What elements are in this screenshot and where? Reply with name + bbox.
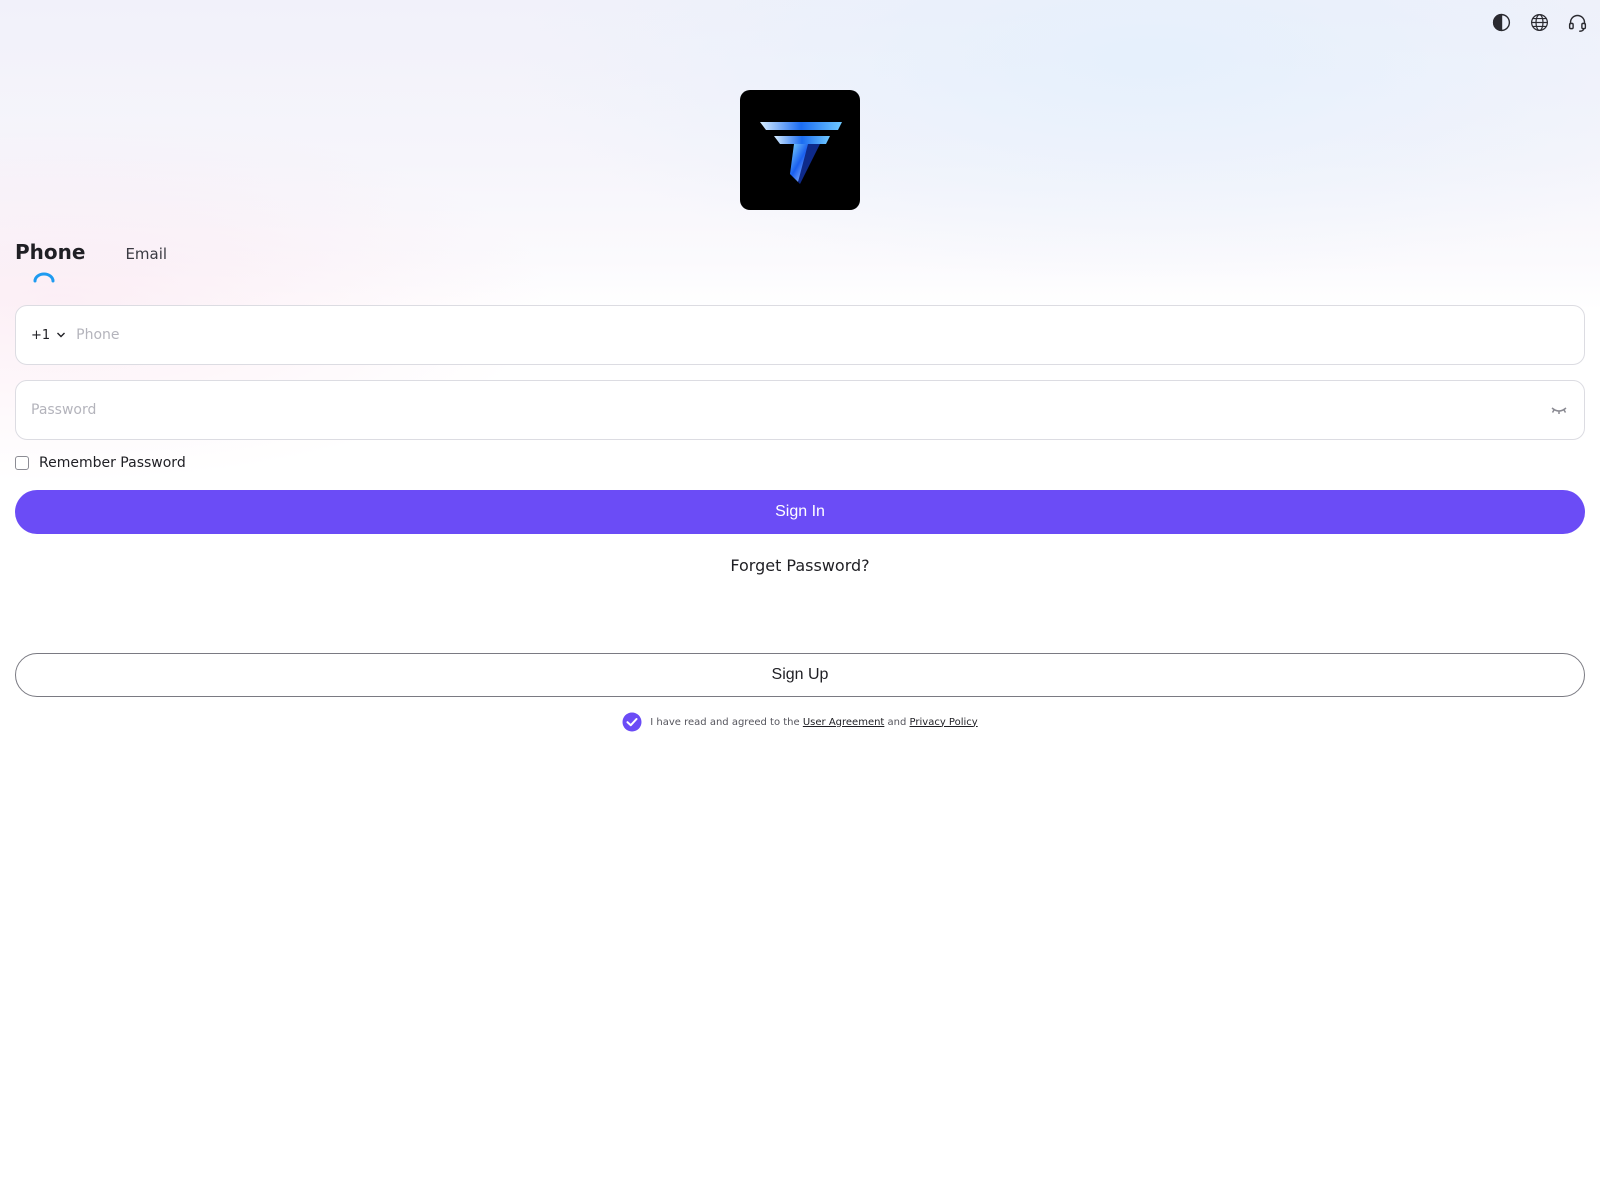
agreement-checkbox[interactable] [622, 712, 642, 732]
country-code-value: +1 [31, 327, 51, 343]
phone-field: +1 [15, 305, 1585, 365]
brand-t-logo-icon [760, 122, 842, 184]
phone-input[interactable] [76, 327, 1569, 343]
chevron-down-icon [57, 332, 66, 338]
theme-contrast-icon[interactable] [1490, 11, 1512, 33]
brand-logo [740, 90, 860, 210]
remember-password-label: Remember Password [39, 455, 186, 471]
login-method-tabs: Phone Email [15, 240, 167, 283]
password-field [15, 380, 1585, 440]
tab-email-label: Email [125, 245, 168, 263]
active-tab-indicator [33, 272, 55, 283]
forget-password-link[interactable]: Forget Password? [0, 556, 1600, 575]
support-headset-icon[interactable] [1566, 11, 1588, 33]
password-input[interactable] [31, 402, 1549, 418]
remember-password: Remember Password [15, 455, 186, 471]
tab-phone-label: Phone [15, 240, 86, 264]
remember-password-checkbox[interactable] [15, 456, 29, 470]
agreement-row: I have read and agreed to the User Agree… [0, 712, 1600, 732]
privacy-policy-link[interactable]: Privacy Policy [910, 717, 978, 728]
top-toolbar [1490, 11, 1588, 33]
country-code-select[interactable]: +1 [31, 328, 66, 343]
tab-email[interactable]: Email [125, 245, 167, 263]
agreement-prefix: I have read and agreed to the [650, 716, 803, 728]
tab-phone[interactable]: Phone [15, 240, 86, 283]
sign-up-button[interactable]: Sign Up [15, 653, 1585, 697]
sign-in-button[interactable]: Sign In [15, 490, 1585, 534]
login-page: Phone Email +1 Remember Password Sign In… [0, 0, 1600, 1200]
agreement-text: I have read and agreed to the User Agree… [650, 717, 977, 728]
agreement-middle: and [884, 716, 910, 728]
language-globe-icon[interactable] [1528, 11, 1550, 33]
eye-closed-icon[interactable] [1549, 403, 1569, 417]
user-agreement-link[interactable]: User Agreement [803, 717, 885, 728]
